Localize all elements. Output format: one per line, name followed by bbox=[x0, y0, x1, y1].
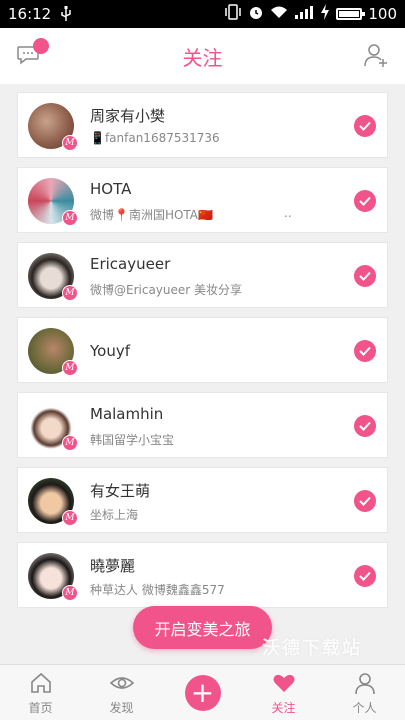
nav-add[interactable]: + bbox=[162, 665, 243, 720]
list-item[interactable]: M 周家有小樊 📱fanfan1687531736 bbox=[17, 92, 388, 158]
verified-badge-icon: M bbox=[62, 360, 78, 376]
usb-icon bbox=[59, 6, 73, 22]
user-bio: 微博@Ericayueer 美妆分享 bbox=[90, 283, 243, 297]
bottom-nav: 首页 发现 + 关注 个人 bbox=[0, 664, 405, 720]
follow-list[interactable]: M 周家有小樊 📱fanfan1687531736 M HOTA 微博📍南洲国H… bbox=[0, 84, 405, 664]
list-item[interactable]: M 曉夢麗 种草达人 微博魏鑫鑫577 bbox=[17, 542, 388, 608]
avatar[interactable]: M bbox=[28, 103, 78, 151]
header: 关注 bbox=[0, 28, 405, 84]
followed-check-icon[interactable] bbox=[354, 565, 376, 587]
add-user-button[interactable] bbox=[363, 42, 391, 70]
home-icon bbox=[30, 672, 51, 693]
person-icon bbox=[354, 673, 375, 695]
watermark: 沃德下载站 bbox=[262, 638, 362, 659]
user-name: 周家有小樊 bbox=[90, 107, 166, 125]
battery-level: 100 bbox=[368, 5, 397, 23]
eye-icon bbox=[109, 677, 134, 689]
list-item[interactable]: M 有女王萌 坐标上海 bbox=[17, 467, 388, 533]
user-bio: 种草达人 微博魏鑫鑫577 bbox=[90, 583, 225, 597]
user-name: 曉夢麗 bbox=[90, 557, 136, 575]
avatar[interactable]: M bbox=[28, 553, 78, 601]
nav-discover-label: 发现 bbox=[109, 701, 134, 715]
verified-badge-icon: M bbox=[62, 435, 78, 451]
battery-icon bbox=[336, 8, 366, 20]
user-name: Malamhin bbox=[90, 405, 164, 423]
list-item[interactable]: M Ericayueer 微博@Ericayueer 美妆分享 bbox=[17, 242, 388, 308]
heart-icon bbox=[273, 674, 294, 692]
list-item[interactable]: M Malamhin 韩国留学小宝宝 bbox=[17, 392, 388, 458]
verified-badge-icon: M bbox=[62, 285, 78, 301]
user-name: 有女王萌 bbox=[90, 482, 151, 500]
avatar[interactable]: M bbox=[28, 478, 78, 526]
alarm-icon bbox=[248, 4, 264, 24]
nav-profile[interactable]: 个人 bbox=[324, 665, 405, 720]
verified-badge-icon: M bbox=[62, 210, 78, 226]
followed-check-icon[interactable] bbox=[354, 340, 376, 362]
list-item[interactable]: M Youyf bbox=[17, 317, 388, 383]
plus-icon[interactable]: + bbox=[184, 674, 221, 711]
nav-profile-label: 个人 bbox=[352, 701, 377, 715]
nav-discover[interactable]: 发现 bbox=[81, 665, 162, 720]
nav-home[interactable]: 首页 bbox=[0, 665, 81, 720]
followed-check-icon[interactable] bbox=[354, 190, 376, 212]
followed-check-icon[interactable] bbox=[354, 415, 376, 437]
nav-follow[interactable]: 关注 bbox=[243, 665, 324, 720]
followed-check-icon[interactable] bbox=[354, 115, 376, 137]
avatar[interactable]: M bbox=[28, 403, 78, 451]
followed-check-icon[interactable] bbox=[354, 490, 376, 512]
status-time: 16:12 bbox=[8, 5, 52, 23]
message-button[interactable] bbox=[16, 38, 49, 70]
user-bio-extra: .. bbox=[284, 206, 292, 220]
user-bio: 坐标上海 bbox=[90, 508, 139, 522]
wifi-icon bbox=[270, 5, 288, 23]
add-user-icon bbox=[364, 44, 387, 67]
avatar[interactable]: M bbox=[28, 253, 78, 301]
list-item[interactable]: M HOTA 微博📍南洲国HOTA🇨🇳 .. bbox=[17, 167, 388, 233]
verified-badge-icon: M bbox=[62, 510, 78, 526]
user-name: Ericayueer bbox=[90, 255, 171, 273]
user-name: HOTA bbox=[90, 180, 132, 198]
user-bio: 📱fanfan1687531736 bbox=[90, 131, 220, 145]
status-bar: 16:12 100 bbox=[0, 0, 405, 28]
avatar[interactable]: M bbox=[28, 178, 78, 226]
start-beauty-journey-button[interactable]: 开启变美之旅 bbox=[133, 606, 272, 649]
verified-badge-icon: M bbox=[62, 135, 78, 151]
user-bio: 微博📍南洲国HOTA🇨🇳 bbox=[90, 208, 213, 222]
notification-badge bbox=[33, 38, 49, 54]
verified-badge-icon: M bbox=[62, 585, 78, 601]
page-title: 关注 bbox=[182, 45, 223, 70]
followed-check-icon[interactable] bbox=[354, 265, 376, 287]
user-name: Youyf bbox=[90, 342, 131, 360]
vibrate-icon bbox=[224, 4, 242, 24]
avatar[interactable]: M bbox=[28, 328, 78, 376]
signal-icon bbox=[294, 5, 314, 23]
user-bio: 韩国留学小宝宝 bbox=[90, 433, 175, 447]
nav-follow-label: 关注 bbox=[271, 701, 296, 715]
nav-home-label: 首页 bbox=[28, 701, 53, 715]
charging-icon bbox=[320, 4, 330, 24]
